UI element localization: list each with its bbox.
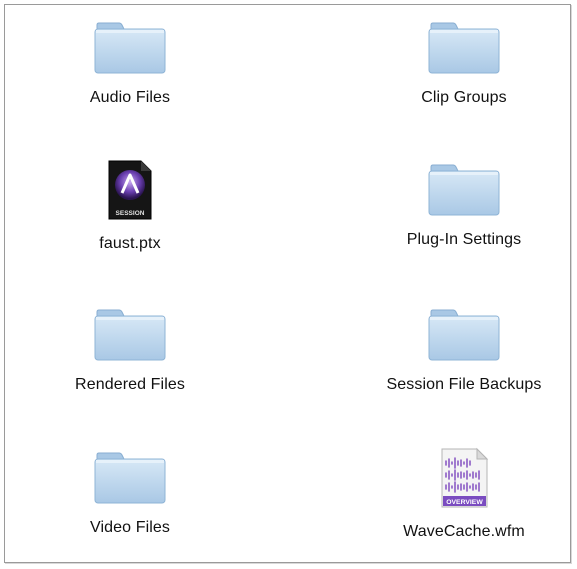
file-item-clip-groups[interactable]: Clip Groups [354,15,574,107]
file-label: Clip Groups [421,89,507,106]
waveform-overview-icon: OVERVIEW [416,445,512,509]
file-item-rendered-files[interactable]: Rendered Files [20,302,240,394]
file-label: faust.ptx [99,235,161,252]
file-label: Plug-In Settings [406,231,522,248]
file-label: Video Files [90,519,170,536]
file-item-plug-in-settings[interactable]: Plug-In Settings [354,157,574,249]
pro-tools-session-icon: SESSION [82,157,178,221]
overview-icon-text: OVERVIEW [446,499,483,506]
finder-window: Audio Files Clip Groups SESSION faust.pt… [4,4,571,563]
folder-icon [82,302,178,362]
file-item-video-files[interactable]: Video Files [20,445,240,537]
folder-icon [82,445,178,505]
folder-icon [82,15,178,75]
file-item-session-file-backups[interactable]: Session File Backups [354,302,574,394]
session-icon-text: SESSION [116,210,145,217]
folder-icon [416,15,512,75]
file-item-audio-files[interactable]: Audio Files [20,15,240,107]
file-item-wavecache-wfm[interactable]: OVERVIEW WaveCache.wfm [354,445,574,541]
file-item-faust-ptx[interactable]: SESSION faust.ptx [20,157,240,253]
folder-icon [416,157,512,217]
file-label: Session File Backups [386,376,542,393]
file-label: Audio Files [89,89,171,106]
folder-icon [416,302,512,362]
file-icon-grid: Audio Files Clip Groups SESSION faust.pt… [5,5,570,562]
file-label: Rendered Files [75,376,185,393]
file-label: WaveCache.wfm [403,523,525,540]
